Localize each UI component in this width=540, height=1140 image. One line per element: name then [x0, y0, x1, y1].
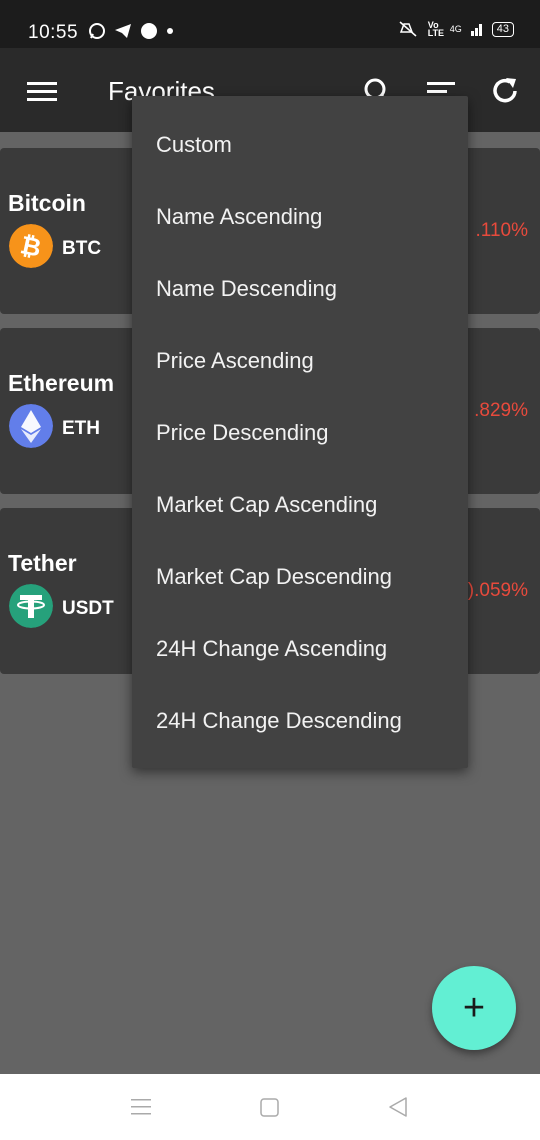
volte-label: Vo LTE — [427, 20, 445, 38]
menu-item-custom[interactable]: Custom — [156, 132, 232, 158]
jio-icon — [141, 23, 157, 39]
menu-item-24h-change-descending[interactable]: 24H Change Descending — [156, 708, 402, 734]
status-time: 10:55 — [28, 22, 79, 43]
coin-symbol: BTC — [62, 238, 102, 259]
plus-icon: + — [462, 987, 486, 1029]
coin-name: Ethereum — [8, 370, 115, 396]
menu-item-market-cap-descending[interactable]: Market Cap Descending — [156, 564, 392, 590]
whatsapp-icon — [89, 23, 105, 39]
refresh-icon[interactable] — [490, 76, 520, 106]
add-favorite-button[interactable]: + — [432, 966, 516, 1050]
sort-menu: Custom Name Ascending Name Descending Pr… — [132, 96, 468, 768]
system-nav-bar — [0, 1074, 540, 1140]
recents-icon[interactable] — [131, 1098, 151, 1116]
menu-item-price-descending[interactable]: Price Descending — [156, 420, 328, 446]
telegram-icon — [115, 24, 131, 38]
notification-icons — [88, 22, 174, 40]
menu-item-24h-change-ascending[interactable]: 24H Change Ascending — [156, 636, 387, 662]
coin-change: .110% — [475, 220, 528, 241]
menu-item-name-ascending[interactable]: Name Ascending — [156, 204, 322, 230]
coin-symbol: ETH — [62, 418, 100, 439]
mute-icon — [399, 21, 417, 37]
coin-change: .829% — [474, 400, 528, 421]
menu-item-name-descending[interactable]: Name Descending — [156, 276, 337, 302]
home-icon[interactable] — [260, 1098, 279, 1117]
battery-indicator: 43 — [491, 21, 514, 37]
coin-change: ).059% — [467, 580, 528, 601]
ethereum-icon — [9, 404, 53, 448]
menu-item-price-ascending[interactable]: Price Ascending — [156, 348, 314, 374]
status-bar: 10:55 Vo LTE 4G 43 — [0, 0, 540, 48]
dot-icon — [167, 28, 173, 34]
bitcoin-icon: ₿ — [9, 224, 53, 268]
signal-icon — [470, 24, 482, 36]
tether-icon — [9, 584, 53, 628]
menu-item-market-cap-ascending[interactable]: Market Cap Ascending — [156, 492, 377, 518]
coin-symbol: USDT — [62, 598, 114, 619]
menu-icon[interactable] — [27, 76, 57, 106]
back-icon[interactable] — [387, 1096, 409, 1118]
coin-name: Bitcoin — [8, 190, 86, 216]
network-label: 4G — [449, 24, 462, 34]
coin-name: Tether — [8, 550, 77, 576]
system-icons: Vo LTE 4G 43 — [398, 20, 514, 38]
